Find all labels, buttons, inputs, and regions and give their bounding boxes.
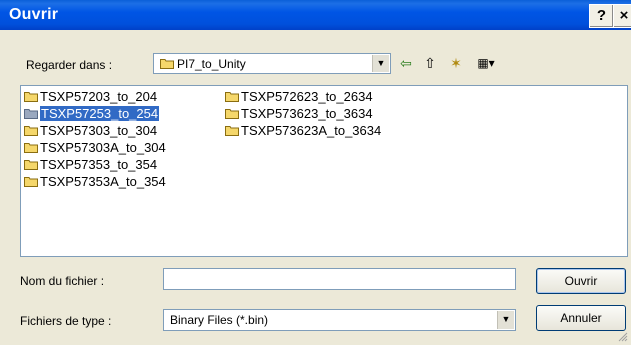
folder-icon	[225, 125, 239, 136]
look-in-value: PI7_to_Unity	[177, 57, 246, 71]
item-label: TSXP57203_to_204	[40, 89, 158, 104]
title-bar[interactable]: Ouvrir ? ×	[0, 0, 631, 30]
item-label: TSXP573623_to_3634	[241, 106, 373, 121]
list-item[interactable]: TSXP57353A_to_354	[24, 174, 166, 190]
folder-icon	[24, 91, 38, 102]
list-item[interactable]: TSXP573623_to_3634	[225, 106, 373, 122]
list-item[interactable]: TSXP57203_to_204	[24, 89, 157, 105]
cancel-button[interactable]: Annuler	[536, 305, 626, 331]
filename-input[interactable]	[163, 268, 516, 290]
folder-icon	[160, 58, 174, 69]
folder-icon	[24, 159, 38, 170]
filetype-label: Fichiers de type :	[20, 314, 112, 328]
help-button[interactable]: ?	[589, 4, 614, 28]
item-label: TSXP57353_to_354	[40, 157, 158, 172]
folder-icon	[24, 125, 38, 136]
item-label: TSXP573623A_to_3634	[241, 123, 382, 138]
open-dialog: Ouvrir ? × Regarder dans : PI7_to_Unity …	[0, 0, 631, 345]
list-item[interactable]: TSXP572623_to_2634	[225, 89, 373, 105]
filename-label: Nom du fichier :	[20, 274, 105, 288]
folder-icon	[24, 108, 38, 119]
view-menu-icon[interactable]: ▦▾	[471, 54, 501, 72]
filetype-dropdown[interactable]: Binary Files (*.bin) ▼	[163, 309, 516, 331]
up-folder-icon[interactable]: ⇧	[420, 54, 440, 72]
chevron-down-icon[interactable]: ▼	[497, 311, 514, 329]
resize-grip-icon[interactable]	[618, 332, 628, 342]
item-label: TSXP57353A_to_354	[40, 174, 166, 189]
list-item[interactable]: TSXP57353_to_354	[24, 157, 157, 173]
folder-icon	[225, 91, 239, 102]
close-button[interactable]: ×	[613, 4, 631, 28]
new-folder-icon[interactable]: ✶	[446, 54, 466, 72]
look-in-dropdown[interactable]: PI7_to_Unity ▼	[153, 53, 391, 74]
look-in-label: Regarder dans :	[26, 58, 113, 72]
item-label: TSXP57303_to_304	[40, 123, 158, 138]
open-button[interactable]: Ouvrir	[536, 268, 626, 294]
item-label: TSXP572623_to_2634	[241, 89, 373, 104]
folder-icon	[225, 108, 239, 119]
folder-icon	[24, 176, 38, 187]
window-title: Ouvrir	[9, 6, 59, 23]
list-item[interactable]: TSXP57303A_to_304	[24, 140, 166, 156]
list-item[interactable]: TSXP573623A_to_3634	[225, 123, 381, 139]
filetype-value: Binary Files (*.bin)	[170, 313, 269, 327]
item-label: TSXP57303A_to_304	[40, 140, 166, 155]
list-item[interactable]: TSXP57303_to_304	[24, 123, 157, 139]
file-list[interactable]: TSXP57203_to_204 TSXP57253_to_254 TSXP57…	[20, 85, 628, 257]
back-arrow-icon[interactable]: ⇦	[396, 54, 416, 72]
list-item[interactable]: TSXP57253_to_254	[24, 106, 160, 122]
item-label: TSXP57253_to_254	[40, 106, 160, 121]
chevron-down-icon[interactable]: ▼	[372, 55, 389, 72]
folder-icon	[24, 142, 38, 153]
